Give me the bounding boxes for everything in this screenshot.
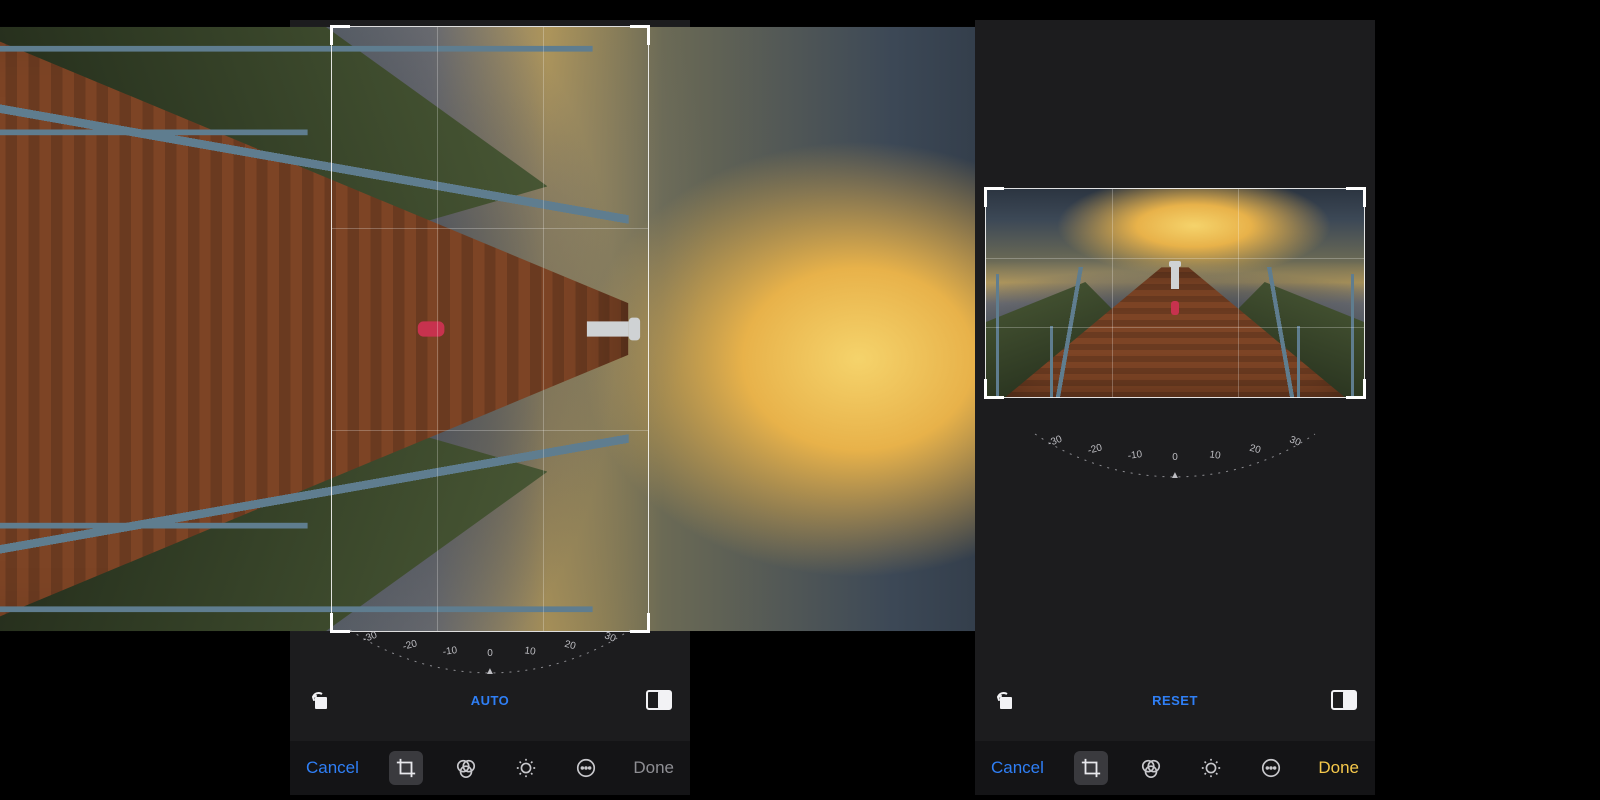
dial-tick: 10 bbox=[1209, 449, 1222, 461]
photo-preview[interactable] bbox=[985, 188, 1365, 398]
filters-tool-tab[interactable] bbox=[449, 751, 483, 785]
done-button[interactable]: Done bbox=[1316, 754, 1361, 782]
crop-mid-row: RESET bbox=[975, 678, 1375, 722]
rotate-ccw-button[interactable] bbox=[308, 687, 334, 713]
filters-tool-tab[interactable] bbox=[1134, 751, 1168, 785]
crop-canvas bbox=[290, 20, 690, 638]
dial-tick: 10 bbox=[524, 645, 537, 657]
crop-mid-row: AUTO bbox=[290, 678, 690, 722]
dual-screenshot-stage: -30 -20 -10 0 10 20 30 ▲ AUTO bbox=[0, 0, 1600, 800]
dial-pointer-icon: ▲ bbox=[1170, 470, 1180, 481]
crop-tool-tab[interactable] bbox=[1074, 751, 1108, 785]
more-tool-tab[interactable] bbox=[569, 751, 603, 785]
editor-tool-tabs bbox=[389, 751, 603, 785]
cancel-button[interactable]: Cancel bbox=[304, 754, 361, 782]
rotation-dial[interactable]: -30 -20 -10 0 10 20 30 ▲ bbox=[975, 432, 1375, 484]
aspect-ratio-button[interactable] bbox=[646, 687, 672, 713]
crop-box[interactable] bbox=[985, 188, 1365, 398]
editor-tool-tabs bbox=[1074, 751, 1288, 785]
reset-crop-button[interactable]: RESET bbox=[1152, 693, 1198, 708]
cancel-button[interactable]: Cancel bbox=[989, 754, 1046, 782]
phone-editor-right: -30 -20 -10 0 10 20 30 ▲ RESET bbox=[975, 20, 1375, 795]
dial-tick: -10 bbox=[442, 645, 458, 658]
adjust-tool-tab[interactable] bbox=[509, 751, 543, 785]
dial-tick: -10 bbox=[1127, 449, 1143, 462]
dial-tick: 0 bbox=[487, 648, 493, 659]
crop-canvas bbox=[975, 20, 1375, 460]
adjust-tool-tab[interactable] bbox=[1194, 751, 1228, 785]
more-tool-tab[interactable] bbox=[1254, 751, 1288, 785]
bottom-toolbar: Cancel Done bbox=[290, 741, 690, 795]
phone-editor-left: -30 -20 -10 0 10 20 30 ▲ AUTO bbox=[290, 20, 690, 795]
done-button[interactable]: Done bbox=[631, 754, 676, 782]
aspect-ratio-button[interactable] bbox=[1331, 687, 1357, 713]
dial-tick: 0 bbox=[1172, 452, 1178, 463]
rotate-ccw-button[interactable] bbox=[993, 687, 1019, 713]
bottom-toolbar: Cancel Done bbox=[975, 741, 1375, 795]
dial-pointer-icon: ▲ bbox=[485, 666, 495, 677]
rotation-dial[interactable]: -30 -20 -10 0 10 20 30 ▲ bbox=[290, 628, 690, 680]
photo-preview[interactable] bbox=[0, 27, 1066, 631]
auto-crop-button[interactable]: AUTO bbox=[471, 693, 510, 708]
crop-tool-tab[interactable] bbox=[389, 751, 423, 785]
crop-box[interactable] bbox=[331, 26, 649, 632]
